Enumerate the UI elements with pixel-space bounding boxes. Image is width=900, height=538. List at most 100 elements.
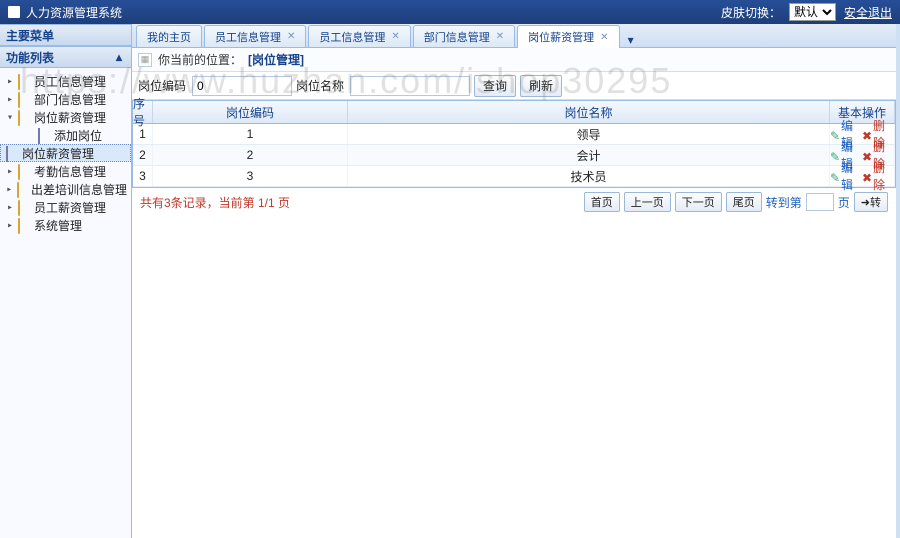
cell-code: 1 [153, 124, 348, 144]
delete-icon: ✖ [862, 171, 872, 181]
cell-seq: 3 [133, 166, 153, 186]
table-row[interactable]: 33技术员✎编辑 ✖删除 [133, 166, 895, 187]
table-row[interactable]: 11领导✎编辑 ✖删除 [133, 124, 895, 145]
col-code: 岗位编码 [153, 101, 348, 123]
col-name: 岗位名称 [348, 101, 830, 123]
expand-icon[interactable]: ▸ [4, 202, 16, 213]
close-icon[interactable]: ✕ [391, 31, 399, 42]
tree-label: 系统管理 [34, 217, 82, 234]
sidebar-header-main-menu: 主要菜单 [0, 24, 131, 46]
pager-first[interactable]: 首页 [584, 192, 620, 212]
tab-dept-info[interactable]: 部门信息管理✕ [413, 25, 515, 47]
cell-op: ✎编辑 ✖删除 [830, 166, 895, 186]
skin-select[interactable]: 默认 [789, 3, 836, 21]
cell-seq: 1 [133, 124, 153, 144]
location-crumb: [岗位管理] [248, 51, 304, 68]
logout-link[interactable]: 安全退出 [844, 4, 892, 21]
tree-node-emp-info[interactable]: ▸ 员工信息管理 [0, 72, 131, 90]
pager-prev[interactable]: 上一页 [624, 192, 671, 212]
tree-node-emp-salary[interactable]: ▸ 员工薪资管理 [0, 198, 131, 216]
location-prefix: 你当前的位置： [158, 51, 242, 68]
folder-icon [18, 200, 20, 216]
tree-node-travel-training[interactable]: ▸ 出差培训信息管理 [0, 180, 131, 198]
pager: 共有3条记录，当前第 1/1 页 首页 上一页 下一页 尾页 转到第 页 ➜转 [132, 188, 896, 216]
delete-icon: ✖ [862, 129, 872, 139]
expand-icon[interactable]: ▸ [4, 184, 15, 195]
tab-bar: 我的主页 员工信息管理 ✕ 员工信息管理 ✕ 部门信息管理✕ 岗位薪资管理 ✕ ▾ [132, 24, 896, 48]
tree-node-dept-info[interactable]: ▸ 部门信息管理 [0, 90, 131, 108]
tree-label: 部门信息管理 [34, 91, 106, 108]
pager-goto-input[interactable] [806, 193, 834, 211]
delete-icon: ✖ [862, 150, 872, 160]
search-button[interactable]: 查询 [474, 75, 516, 97]
tree-label: 员工信息管理 [34, 73, 106, 90]
data-grid: 序号 岗位编码 岗位名称 基本操作 11领导✎编辑 ✖删除22会计✎编辑 ✖删除… [132, 100, 896, 188]
topbar-left: 人力资源管理系统 [8, 4, 122, 21]
location-bar: ▦ 你当前的位置： [岗位管理] [132, 48, 896, 72]
expand-icon[interactable]: ▸ [4, 94, 16, 105]
tab-label: 员工信息管理 [215, 29, 281, 45]
close-icon[interactable]: ✕ [496, 31, 504, 42]
table-row[interactable]: 22会计✎编辑 ✖删除 [133, 145, 895, 166]
cell-code: 2 [153, 145, 348, 165]
tab-home[interactable]: 我的主页 [136, 25, 202, 47]
tree-label: 添加岗位 [54, 127, 102, 144]
sidebar-title-1: 主要菜单 [6, 27, 54, 44]
tree-label: 岗位薪资管理 [34, 109, 106, 126]
close-icon[interactable]: ✕ [600, 32, 608, 43]
tab-emp-info-1[interactable]: 员工信息管理 ✕ [204, 25, 306, 47]
folder-icon [18, 92, 20, 108]
cell-name: 技术员 [348, 166, 830, 186]
main-layout: 主要菜单 功能列表 ▴ ▸ 员工信息管理 ▸ 部门信息管理 ▾ 岗位薪资管理 添加岗位… [0, 24, 900, 538]
name-input[interactable] [350, 76, 470, 96]
close-icon[interactable]: ✕ [287, 31, 295, 42]
tree-label: 出差培训信息管理 [31, 181, 127, 198]
tab-position-salary[interactable]: 岗位薪资管理 ✕ [517, 25, 619, 48]
nav-tree: ▸ 员工信息管理 ▸ 部门信息管理 ▾ 岗位薪资管理 添加岗位 岗位薪资管理 ▸ 考勤信… [0, 68, 131, 238]
col-seq: 序号 [133, 101, 153, 123]
cell-name: 会计 [348, 145, 830, 165]
expand-icon[interactable]: ▸ [4, 220, 16, 231]
leaf-icon [6, 146, 8, 162]
app-icon [8, 6, 20, 18]
skin-label: 皮肤切换： [721, 4, 781, 21]
filter-bar: 岗位编码 岗位名称 查询 刷新 [132, 72, 896, 100]
pager-goto-button[interactable]: ➜转 [854, 192, 888, 212]
tab-label: 岗位薪资管理 [528, 29, 594, 45]
collapse-icon[interactable]: ▾ [4, 112, 16, 123]
sidebar: 主要菜单 功能列表 ▴ ▸ 员工信息管理 ▸ 部门信息管理 ▾ 岗位薪资管理 添加岗位… [0, 24, 132, 538]
leaf-icon [38, 128, 40, 144]
grid-header: 序号 岗位编码 岗位名称 基本操作 [133, 101, 895, 124]
pager-next[interactable]: 下一页 [675, 192, 722, 212]
tab-label: 员工信息管理 [319, 29, 385, 45]
edit-icon: ✎ [830, 171, 840, 181]
app-title: 人力资源管理系统 [26, 4, 122, 21]
tab-emp-info-2[interactable]: 员工信息管理 ✕ [308, 25, 410, 47]
tab-overflow-button[interactable]: ▾ [622, 33, 640, 47]
tree-node-system[interactable]: ▸ 系统管理 [0, 216, 131, 234]
tree-label: 员工薪资管理 [34, 199, 106, 216]
top-bar: 人力资源管理系统 皮肤切换： 默认 安全退出 [0, 0, 900, 24]
pager-goto-label: 转到第 [766, 194, 802, 211]
edit-icon: ✎ [830, 150, 840, 160]
pager-last[interactable]: 尾页 [726, 192, 762, 212]
code-input[interactable] [192, 76, 292, 96]
expand-icon[interactable]: ▸ [4, 76, 16, 87]
tree-node-position-salary-mgmt[interactable]: 岗位薪资管理 [0, 144, 131, 162]
collapse-icon[interactable]: ▴ [113, 51, 125, 63]
code-label: 岗位编码 [138, 77, 186, 94]
cell-seq: 2 [133, 145, 153, 165]
tree-node-add-position[interactable]: 添加岗位 [0, 126, 131, 144]
tree-label: 岗位薪资管理 [22, 145, 94, 162]
pager-controls: 首页 上一页 下一页 尾页 转到第 页 ➜转 [584, 192, 888, 212]
refresh-button[interactable]: 刷新 [520, 75, 562, 97]
sidebar-header-function-list[interactable]: 功能列表 ▴ [0, 46, 131, 68]
folder-icon [18, 74, 20, 90]
pager-goto-suffix: 页 [838, 194, 850, 211]
expand-icon[interactable]: ▸ [4, 166, 16, 177]
folder-icon [18, 218, 20, 234]
tree-label: 考勤信息管理 [34, 163, 106, 180]
tree-node-attendance[interactable]: ▸ 考勤信息管理 [0, 162, 131, 180]
tree-node-position-salary[interactable]: ▾ 岗位薪资管理 [0, 108, 131, 126]
grid-body: 11领导✎编辑 ✖删除22会计✎编辑 ✖删除33技术员✎编辑 ✖删除 [133, 124, 895, 187]
